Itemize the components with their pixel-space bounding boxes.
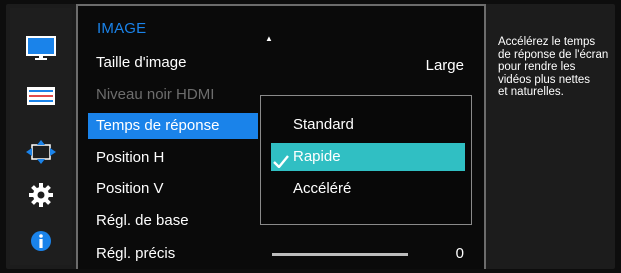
response-time-dropdown: Standard Rapide Accéléré [260, 95, 472, 225]
menu-item-label: Niveau noir HDMI [96, 86, 215, 103]
menu-item-regl-base[interactable]: Régl. de base [88, 208, 258, 234]
menu-item-label: Taille d'image [96, 54, 187, 71]
menu-item-label: Régl. précis [96, 245, 176, 262]
checkmark-icon [273, 150, 289, 178]
menu-item-value: Large [425, 57, 464, 74]
menu-item-niveau-noir-hdmi: Niveau noir HDMI [88, 82, 258, 108]
menu-item-label: Régl. de base [96, 212, 189, 229]
option-rapide[interactable]: Rapide [271, 143, 465, 171]
scroll-up-icon[interactable]: ▲ [265, 34, 273, 43]
arrows-move-icon[interactable] [26, 140, 56, 169]
option-accelere[interactable]: Accéléré [271, 175, 465, 203]
category-sidebar [10, 8, 72, 265]
option-label: Standard [293, 116, 354, 133]
menu-item-label: Position V [96, 180, 164, 197]
gear-icon[interactable] [29, 183, 53, 212]
precise-slider[interactable] [272, 253, 408, 256]
menu-item-regl-precis[interactable]: Régl. précis [88, 241, 258, 267]
menu-item-taille-image[interactable]: Taille d'image [88, 50, 258, 76]
menu-item-position-h[interactable]: Position H [88, 145, 258, 171]
precise-value: 0 [455, 245, 464, 262]
menu-item-temps-reponse[interactable]: Temps de réponse [88, 113, 258, 139]
help-text: Accélérez le temps de réponse de l'écran… [498, 36, 609, 98]
info-icon[interactable] [30, 230, 52, 257]
menu-item-label: Temps de réponse [96, 117, 220, 134]
picture-settings-icon[interactable] [26, 86, 56, 113]
monitor-icon[interactable] [26, 36, 56, 67]
menu-item-position-v[interactable]: Position V [88, 176, 258, 202]
option-label: Accéléré [293, 180, 352, 197]
option-label: Rapide [293, 148, 341, 165]
option-standard[interactable]: Standard [271, 111, 465, 139]
menu-title: IMAGE [97, 20, 147, 37]
menu-item-label: Position H [96, 149, 165, 166]
osd-window: IMAGE ▲ Taille d'image Large Niveau noir… [0, 0, 621, 273]
